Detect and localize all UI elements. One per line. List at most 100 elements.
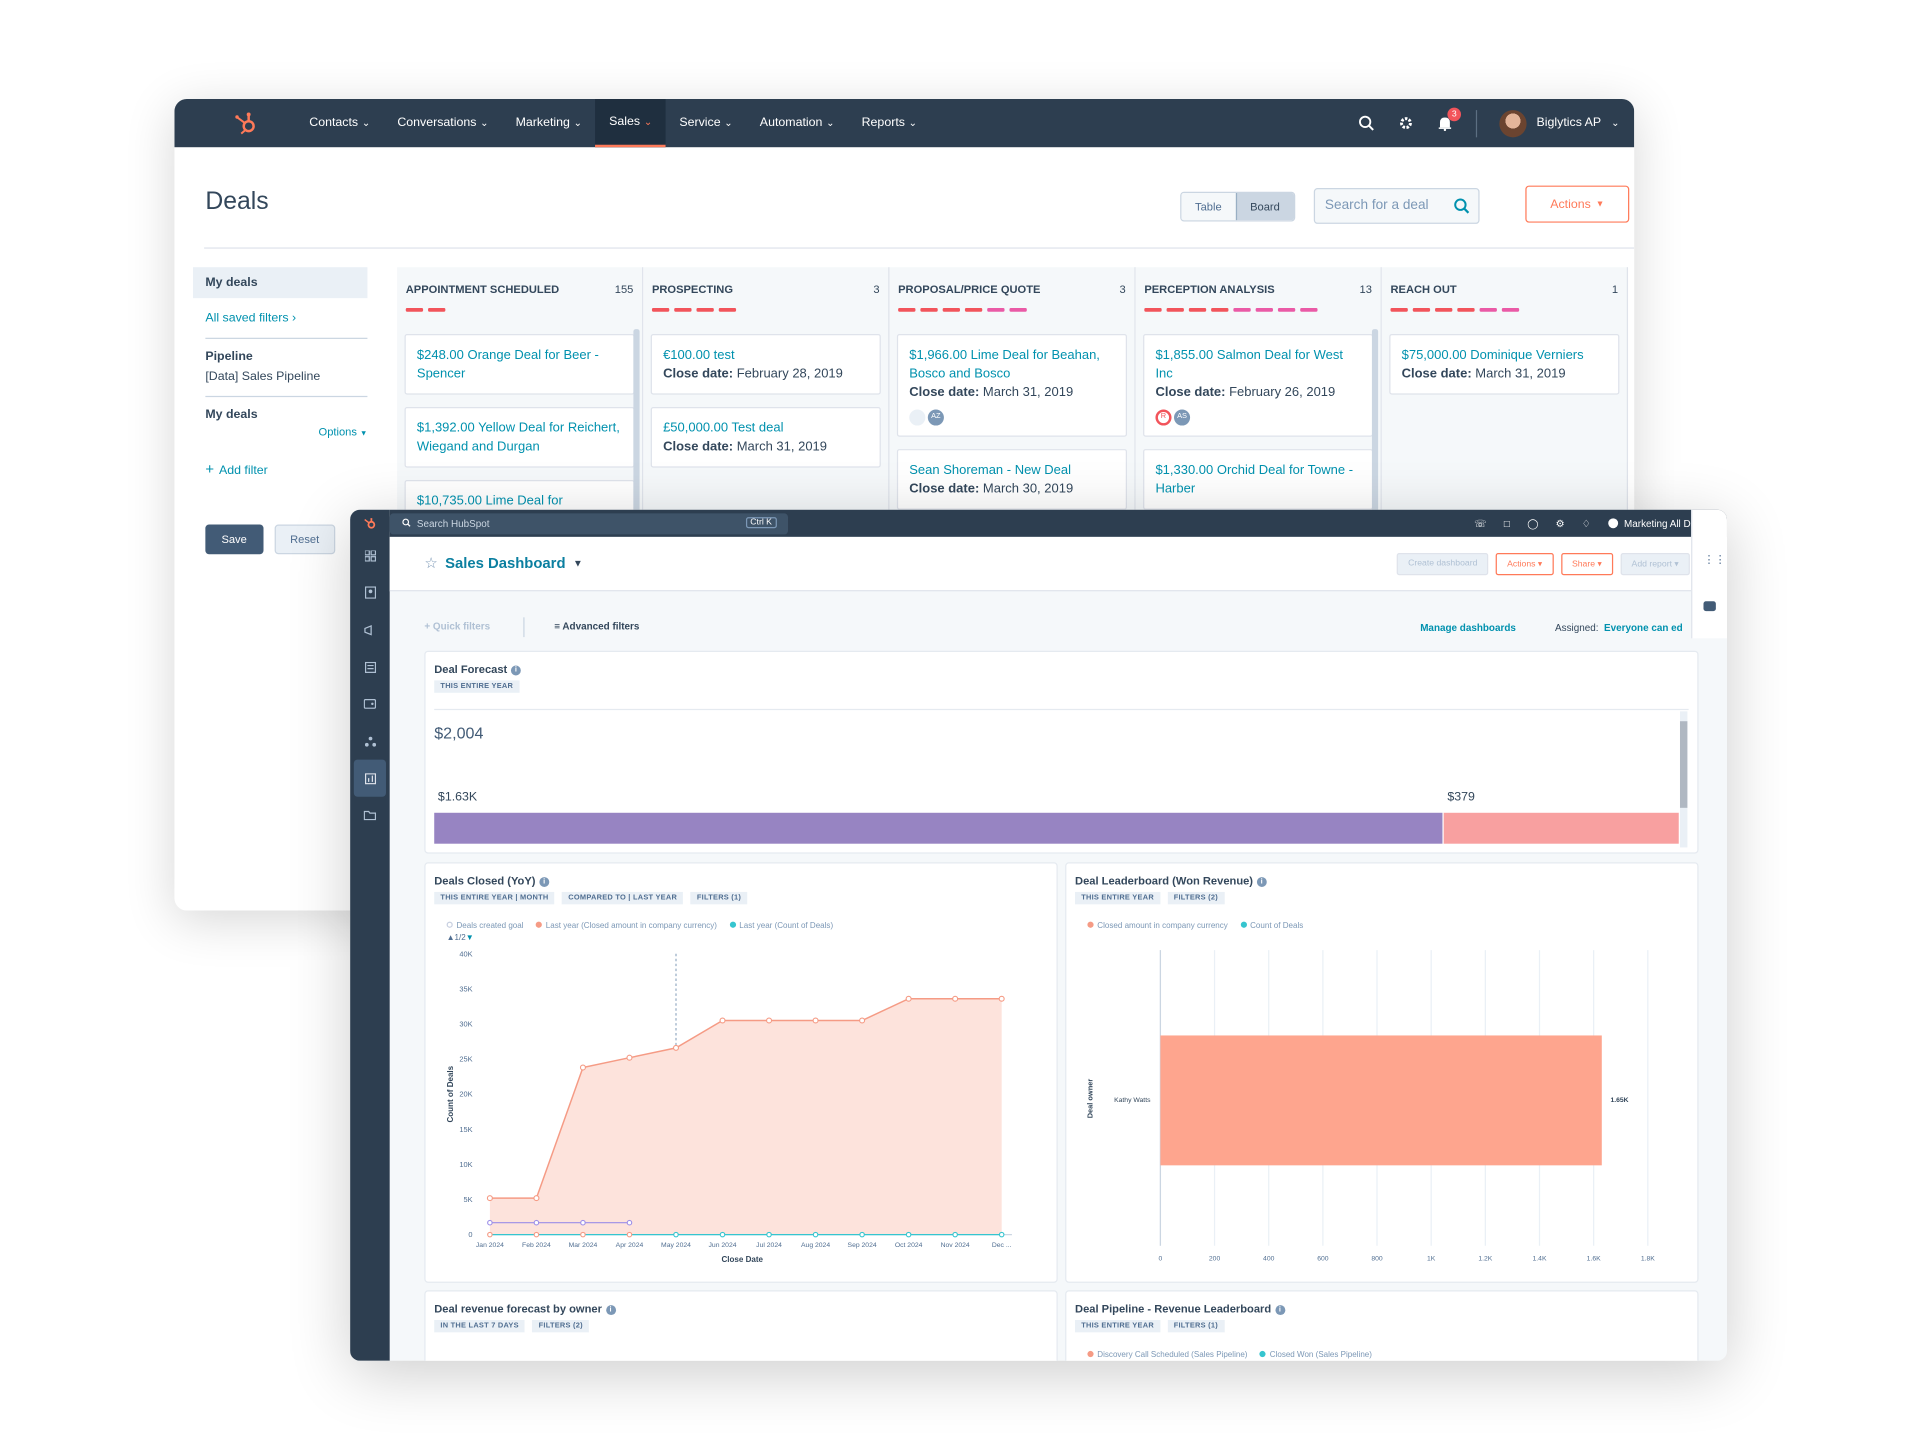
deal-title[interactable]: Sean Shoreman - New Deal bbox=[909, 461, 1114, 480]
column-scrollbar[interactable] bbox=[633, 329, 640, 515]
deal-card[interactable]: $1,855.00 Salmon Deal for West Inc Close … bbox=[1143, 334, 1374, 437]
deal-title[interactable]: €100.00 test bbox=[663, 346, 868, 365]
series-area bbox=[489, 998, 1002, 1235]
column-progress-stripes bbox=[651, 308, 881, 312]
column-scrollbar[interactable] bbox=[1371, 329, 1379, 515]
notifications-bell-icon[interactable]: ♢ bbox=[1582, 518, 1591, 529]
nav-item-marketing[interactable]: Marketing ⌄ bbox=[502, 99, 596, 147]
column-name: PERCEPTION ANALYSIS bbox=[1144, 283, 1275, 296]
nav-item-reports[interactable]: Reports ⌄ bbox=[848, 99, 931, 147]
share-button[interactable]: Share ▾ bbox=[1560, 552, 1613, 576]
top-bar-actions: ☏ □ ◯ ⚙ ♢ Marketing All Day ▼ bbox=[1474, 510, 1714, 537]
automation-icon[interactable] bbox=[350, 722, 390, 759]
save-button[interactable]: Save bbox=[205, 524, 263, 555]
deal-card[interactable]: $75,000.00 Dominique Verniers Close date:… bbox=[1389, 334, 1620, 395]
table-view-button[interactable]: Table bbox=[1181, 192, 1236, 221]
date-range-tag[interactable]: THIS ENTIRE YEAR bbox=[434, 680, 520, 693]
nav-item-sales[interactable]: Sales ⌄ bbox=[595, 98, 666, 148]
commerce-wallet-icon[interactable] bbox=[350, 685, 390, 722]
close-date-label: Close date: bbox=[909, 481, 980, 497]
help-icon[interactable]: ◯ bbox=[1527, 518, 1538, 529]
deal-title[interactable]: $1,330.00 Orchid Deal for Towne - Harber bbox=[1155, 461, 1360, 498]
pipeline-value[interactable]: [Data] Sales Pipeline bbox=[205, 370, 367, 384]
create-dashboard-button[interactable]: Create dashboard bbox=[1396, 552, 1489, 576]
nav-divider bbox=[1475, 109, 1478, 137]
assigned-value[interactable]: Everyone can ed bbox=[1604, 622, 1683, 633]
deal-title[interactable]: $1,392.00 Yellow Deal for Reichert, Wieg… bbox=[417, 419, 622, 456]
global-search-input[interactable]: Search HubSpot Ctrl K bbox=[389, 512, 789, 534]
nav-item-service[interactable]: Service ⌄ bbox=[666, 99, 746, 147]
actions-button[interactable]: Actions ▼ bbox=[1525, 185, 1630, 223]
progress-stripe bbox=[920, 308, 938, 312]
add-report-button[interactable]: Add report ▾ bbox=[1620, 552, 1690, 576]
add-filter-link[interactable]: + Add filter bbox=[193, 438, 367, 477]
marketplace-icon[interactable]: □ bbox=[1504, 518, 1510, 529]
settings-gear-icon[interactable]: ⚙ bbox=[1556, 518, 1565, 529]
phone-icon[interactable]: ☏ bbox=[1474, 518, 1486, 529]
date-range-tag[interactable]: THIS ENTIRE YEAR bbox=[1075, 1319, 1161, 1333]
deal-title[interactable]: £50,000.00 Test deal bbox=[663, 419, 868, 438]
deal-title[interactable]: $1,966.00 Lime Deal for Beahan, Bosco an… bbox=[909, 346, 1114, 383]
scrollbar[interactable] bbox=[1679, 711, 1688, 848]
manage-dashboards-link[interactable]: Manage dashboards bbox=[1420, 622, 1516, 633]
deal-card[interactable]: £50,000.00 Test deal Close date: March 31… bbox=[650, 407, 881, 468]
my-deals-filter[interactable]: My deals bbox=[192, 267, 368, 299]
marketing-megaphone-icon[interactable] bbox=[350, 611, 390, 648]
legend-item[interactable]: Closed Won (Sales Pipeline) bbox=[1259, 1350, 1372, 1360]
advanced-filters-button[interactable]: ≡ Advanced filters bbox=[554, 621, 639, 632]
folder-icon[interactable] bbox=[350, 797, 390, 834]
quick-filters-button[interactable]: + Quick filters bbox=[424, 621, 490, 632]
deal-search-input[interactable]: Search for a deal bbox=[1313, 188, 1480, 224]
gear-icon[interactable] bbox=[1397, 114, 1414, 131]
filters-tag[interactable]: FILTERS (2) bbox=[532, 1319, 590, 1333]
scrollbar-thumb[interactable] bbox=[1679, 721, 1688, 808]
search-icon[interactable] bbox=[1357, 114, 1374, 131]
reset-button[interactable]: Reset bbox=[274, 524, 336, 555]
deal-card[interactable]: €100.00 test Close date: February 28, 201… bbox=[650, 334, 881, 395]
options-dropdown[interactable]: Options ▼ bbox=[205, 426, 368, 438]
notifications-bell-icon[interactable]: 3 bbox=[1436, 107, 1462, 132]
reporting-chart-icon[interactable] bbox=[353, 759, 386, 797]
divider bbox=[434, 708, 1689, 711]
workspaces-icon[interactable] bbox=[350, 537, 390, 574]
deal-title[interactable]: $1,855.00 Salmon Deal for West Inc bbox=[1155, 346, 1360, 383]
deal-card[interactable]: $248.00 Orange Deal for Beer - Spencer bbox=[404, 334, 635, 395]
deal-card[interactable]: $1,966.00 Lime Deal for Beahan, Bosco an… bbox=[896, 334, 1127, 437]
column-progress-stripes bbox=[1390, 308, 1620, 312]
filters-tag[interactable]: FILTERS (1) bbox=[1167, 1319, 1225, 1333]
hubspot-logo-icon[interactable] bbox=[350, 510, 390, 537]
nav-item-label: Service bbox=[679, 116, 721, 130]
deal-title[interactable]: $10,735.00 Lime Deal for bbox=[417, 492, 622, 511]
card-title: Deal Pipeline - Revenue Leaderboard i bbox=[1075, 1303, 1285, 1316]
contacts-icon[interactable] bbox=[350, 574, 390, 611]
apps-grid-icon[interactable]: ⋮⋮⋮ bbox=[1703, 553, 1727, 567]
nav-item-contacts[interactable]: Contacts ⌄ bbox=[296, 99, 384, 147]
forecast-segment-bar[interactable] bbox=[434, 812, 1443, 844]
deal-title[interactable]: $248.00 Orange Deal for Beer - Spencer bbox=[417, 346, 622, 383]
account-menu[interactable]: Biglytics AP ⌄ bbox=[1499, 109, 1619, 137]
search-icon[interactable] bbox=[1454, 198, 1470, 214]
dashboard-selector[interactable]: ☆ Sales Dashboard ▼ bbox=[424, 554, 582, 571]
legend-item[interactable]: Discovery Call Scheduled (Sales Pipeline… bbox=[1087, 1350, 1247, 1360]
deal-card[interactable]: $1,330.00 Orchid Deal for Towne - Harber bbox=[1143, 449, 1374, 510]
chevron-down-icon: ⌄ bbox=[361, 117, 371, 129]
nav-item-conversations[interactable]: Conversations ⌄ bbox=[384, 99, 502, 147]
info-icon[interactable]: i bbox=[605, 1305, 616, 1316]
info-icon[interactable]: i bbox=[510, 665, 521, 676]
pipeline-revenue-card: Deal Pipeline - Revenue Leaderboard i THI… bbox=[1065, 1290, 1699, 1361]
actions-button[interactable]: Actions ▾ bbox=[1495, 552, 1554, 576]
data-point bbox=[487, 1219, 493, 1226]
deal-card[interactable]: $1,392.00 Yellow Deal for Reichert, Wieg… bbox=[404, 407, 635, 468]
content-icon[interactable] bbox=[350, 648, 390, 685]
nav-item-automation[interactable]: Automation ⌄ bbox=[746, 99, 848, 147]
favorite-star-icon[interactable]: ☆ bbox=[424, 554, 437, 571]
deal-card[interactable]: Sean Shoreman - New Deal Close date: Marc… bbox=[896, 449, 1127, 510]
data-point bbox=[486, 1195, 493, 1202]
board-view-button[interactable]: Board bbox=[1235, 192, 1294, 221]
forecast-segment-bar[interactable] bbox=[1443, 812, 1679, 844]
deal-title[interactable]: $75,000.00 Dominique Verniers bbox=[1402, 346, 1607, 365]
hubspot-logo-icon[interactable] bbox=[234, 111, 259, 136]
date-range-tag[interactable]: IN THE LAST 7 DAYS bbox=[434, 1319, 526, 1333]
all-saved-filters-link[interactable]: All saved filters › bbox=[193, 298, 367, 338]
info-icon[interactable]: i bbox=[1274, 1305, 1285, 1316]
